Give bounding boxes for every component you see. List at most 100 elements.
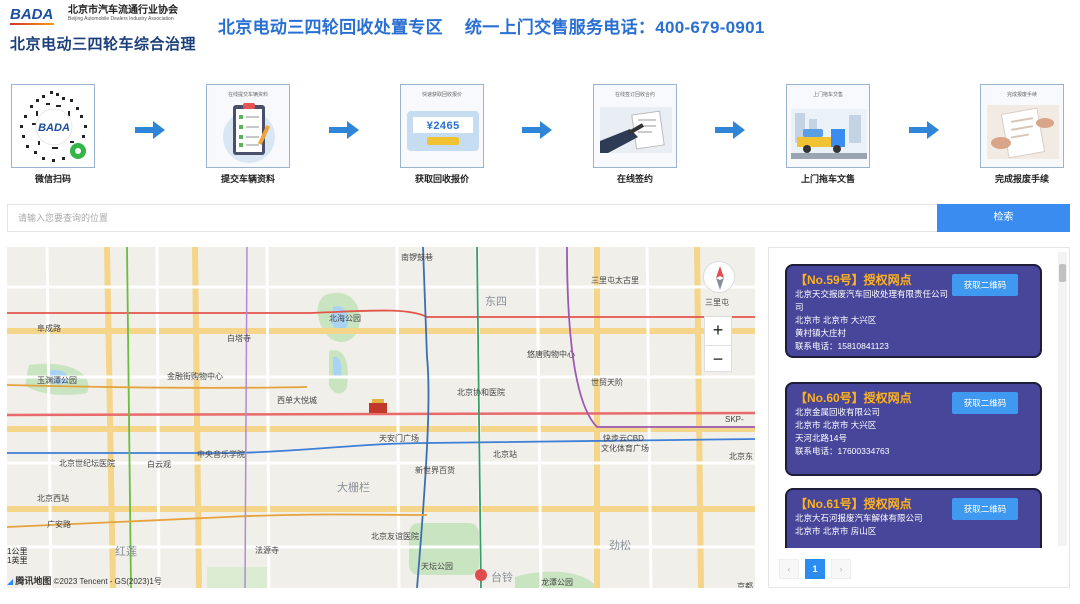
- service-phone-headline: 统一上门交售服务电话：400-679-0901: [464, 18, 765, 37]
- results-panel: 【No.59号】授权网点 北京天交报废汽车回收处理有限责任公司 司 北京市 北京…: [768, 247, 1070, 588]
- card-company: 北京天交报废汽车回收处理有限责任公司: [795, 289, 949, 299]
- map-label: 白云观: [147, 460, 171, 469]
- scale-metric: 1公里: [7, 547, 28, 556]
- map-label: 北京世纪坛医院: [59, 459, 115, 468]
- list-item: 【No.60号】授权网点 北京金属回收有限公司 北京市 北京市 大兴区 天河北路…: [785, 382, 1042, 476]
- logo: BADA 北京市汽车流通行业协会 Beijing Automobile Deal…: [10, 3, 200, 54]
- step-caption: 提交车辆资料: [220, 174, 275, 184]
- search-input[interactable]: 请输入您要查询的位置: [7, 204, 937, 232]
- quote-price: ¥2465: [426, 121, 459, 133]
- step-tow-delivery: 上门拖车交售 上门拖车文售: [786, 84, 870, 185]
- map-label: 大栅栏: [337, 482, 370, 494]
- header: BADA 北京市汽车流通行业协会 Beijing Automobile Deal…: [0, 0, 1080, 62]
- map-label: 南锣鼓巷: [401, 253, 433, 262]
- card-region: 北京市 北京市 大兴区: [795, 420, 877, 430]
- next-page-button[interactable]: ›: [831, 559, 851, 579]
- step-caption: 微信扫码: [34, 174, 71, 184]
- map-label: 法源寺: [255, 546, 279, 555]
- get-qr-button[interactable]: 获取二维码: [952, 392, 1018, 414]
- qr-code-icon: BADA: [11, 84, 95, 168]
- map-label: 悠唐购物中心: [527, 350, 575, 359]
- tencent-map-logo-icon: ◢: [7, 577, 14, 586]
- arrow-right-icon: [135, 120, 167, 140]
- step-wechat-scan: BADA 微信扫码: [11, 84, 95, 185]
- map-label: 北京友谊医院: [371, 532, 419, 541]
- scale-bar: 1公里 1英里: [7, 547, 27, 565]
- document-icon: 完成报废手续: [980, 84, 1064, 168]
- arrow-right-icon: [522, 120, 554, 140]
- search-button[interactable]: 检索: [937, 204, 1070, 232]
- results-list[interactable]: 【No.59号】授权网点 北京天交报废汽车回收处理有限责任公司 司 北京市 北京…: [769, 248, 1059, 548]
- map-label: 京都: [737, 582, 753, 588]
- card-phone: 联系电话：15810841123: [795, 341, 889, 351]
- map-label: 北京西站: [37, 494, 69, 503]
- map-label: 东四: [485, 296, 507, 308]
- zoom-in-button[interactable]: +: [705, 317, 731, 345]
- map-label: 世贸天阶: [591, 378, 623, 387]
- step-get-quote: 快速获取回收报价 ¥2465 获取回收报价: [400, 84, 484, 185]
- map-label: 文化体育广场: [601, 444, 649, 453]
- clipboard-icon: 在线提交车辆资料: [206, 84, 290, 168]
- get-qr-button[interactable]: 获取二维码: [952, 274, 1018, 296]
- pagination: ‹ 1 ›: [779, 559, 857, 579]
- logo-subtitle: 北京电动三四轮车综合治理: [10, 36, 197, 53]
- attribution-brand: 腾讯地图: [15, 576, 52, 586]
- map-label: 北京东: [729, 452, 753, 461]
- map-label: 劲松: [609, 540, 631, 552]
- card-region: 北京市 北京市 房山区: [795, 526, 877, 536]
- svg-text:BADA: BADA: [38, 122, 70, 134]
- attribution-text: ©2023 Tencent - GS(2023)1号: [53, 577, 162, 586]
- compass-icon[interactable]: [703, 261, 735, 293]
- price-card-icon: 快速获取回收报价 ¥2465: [400, 84, 484, 168]
- map-label: 金融街购物中心: [167, 372, 223, 381]
- list-item: 【No.59号】授权网点 北京天交报废汽车回收处理有限责任公司 司 北京市 北京…: [785, 264, 1042, 358]
- page-1-button[interactable]: 1: [805, 559, 825, 579]
- card-phone: 联系电话：17600334763: [795, 446, 890, 456]
- step-caption: 在线签约: [616, 174, 653, 184]
- bada-logo-mark: BADA: [10, 6, 58, 25]
- page: BADA 北京市汽车流通行业协会 Beijing Automobile Deal…: [0, 0, 1080, 604]
- association-name: 北京市汽车流通行业协会: [68, 5, 178, 16]
- map-label: 北京协和医院: [457, 388, 505, 397]
- map-label: 三里屯: [705, 298, 729, 307]
- step-caption: 获取回收报价: [414, 174, 469, 184]
- card-region: 北京市 北京市 大兴区: [795, 315, 877, 325]
- process-steps: BADA 微信扫码 在线提交车辆资料 提交车辆资料 快速获取回收报价 ¥2465…: [0, 84, 1080, 184]
- map-attribution: ◢ 腾讯地图 ©2023 Tencent - GS(2023)1号: [7, 574, 162, 587]
- zoom-out-button[interactable]: −: [705, 345, 731, 373]
- page-title: 北京电动三四轮回收处置专区 统一上门交售服务电话：400-679-0901: [218, 13, 765, 38]
- map-label: 三里屯太古里: [591, 276, 639, 285]
- map-label: 天安门广场: [379, 434, 419, 443]
- tow-truck-icon: 上门拖车交售: [786, 84, 870, 168]
- map-label: 白塔寺: [227, 334, 251, 343]
- list-item: 【No.61号】授权网点 北京大石河报废汽车解体有限公司 北京市 北京市 房山区…: [785, 488, 1042, 548]
- map-label: 广安路: [47, 520, 71, 529]
- map-label: SKP-: [725, 415, 744, 424]
- map-label: 新世界百货: [415, 466, 455, 475]
- map-label: 台铃: [491, 572, 513, 584]
- scale-imperial: 1英里: [7, 556, 28, 565]
- headline-left: 北京电动三四轮回收处置专区: [218, 18, 443, 37]
- map-label: 西单大悦城: [277, 396, 317, 405]
- get-qr-button[interactable]: 获取二维码: [952, 498, 1018, 520]
- scrollbar[interactable]: [1058, 252, 1067, 546]
- map-label: 阜成路: [37, 324, 61, 333]
- map-label: 龙潭公园: [541, 578, 573, 587]
- association-name-en: Beijing Automobile Dealers Industry Asso…: [68, 16, 174, 22]
- arrow-right-icon: [909, 120, 941, 140]
- map-label: 红莲: [115, 546, 137, 558]
- card-company-cont: 司: [795, 302, 804, 312]
- step-finish-scrap: 完成报废手续 完成报废手续: [980, 84, 1064, 185]
- arrow-right-icon: [329, 120, 361, 140]
- prev-page-button[interactable]: ‹: [779, 559, 799, 579]
- map-label: 玉渊潭公园: [37, 376, 77, 385]
- step-submit-info: 在线提交车辆资料 提交车辆资料: [206, 84, 290, 185]
- map-view[interactable]: 南锣鼓巷 三里屯太古里 东四 北海公园 阜成路 白塔寺 悠唐购物中心 金融街购物…: [7, 247, 755, 588]
- map-label: 北海公园: [329, 314, 361, 323]
- card-address: 黄村镇大庄村: [795, 328, 847, 338]
- contract-icon: 在线签订回收合约: [593, 84, 677, 168]
- step-caption: 上门拖车文售: [800, 174, 855, 184]
- scrollbar-thumb[interactable]: [1059, 264, 1066, 282]
- zoom-control: + −: [704, 316, 732, 372]
- map-label: 北京站: [493, 450, 517, 459]
